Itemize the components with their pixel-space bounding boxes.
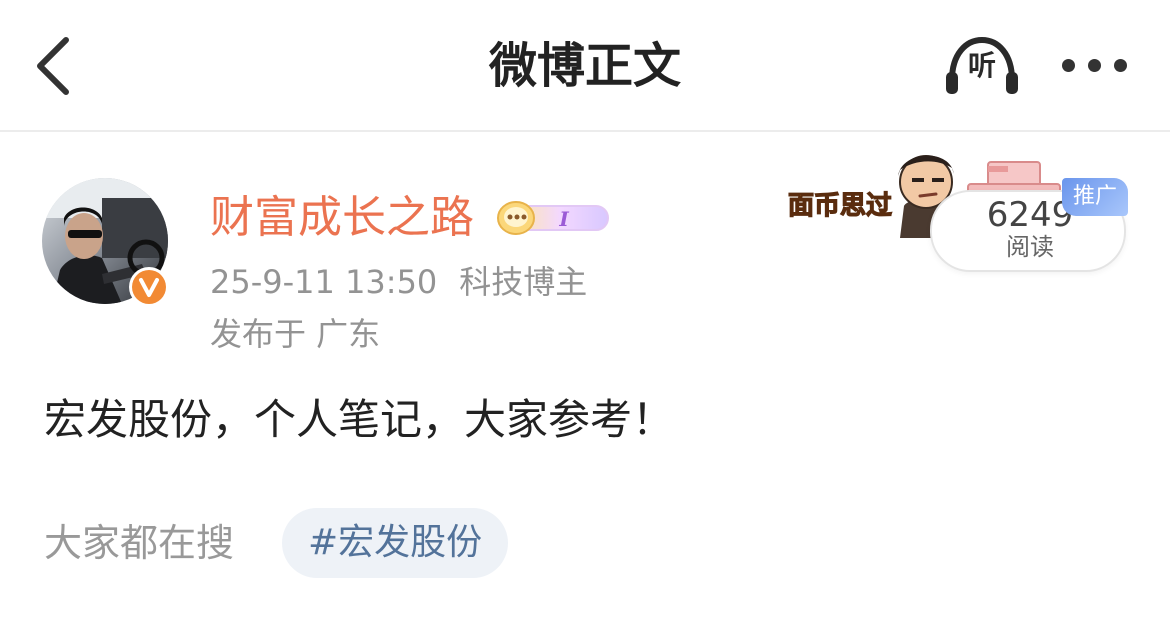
hot-search-label: 大家都在搜	[44, 521, 235, 565]
verified-v-badge	[128, 266, 170, 308]
author-tag: 科技博主	[459, 263, 588, 301]
read-label: 阅读	[1006, 233, 1054, 261]
topic-chip[interactable]: #宏发股份	[282, 508, 509, 578]
top-navigation-bar: 微博正文 听	[0, 0, 1170, 132]
promo-tag[interactable]: 推广	[1062, 178, 1128, 216]
more-dots-icon	[1114, 59, 1127, 72]
svg-text:I: I	[558, 207, 569, 231]
author-name[interactable]: 财富成长之路	[210, 190, 474, 246]
post-location: 发布于 广东	[210, 315, 381, 353]
vip-badge-icon[interactable]: I	[494, 196, 612, 240]
back-button[interactable]	[24, 30, 88, 102]
more-options-button[interactable]	[1052, 44, 1136, 88]
listen-button[interactable]: 听	[940, 34, 1024, 98]
more-dots-icon	[1088, 59, 1101, 72]
post-body-text: 宏发股份，个人笔记，大家参考！	[44, 395, 675, 444]
listen-label: 听	[967, 49, 996, 82]
ad-sticker-text: 面币思过	[788, 191, 892, 221]
post-meta: 25-9-11 13:50 科技博主	[210, 262, 587, 302]
post-time: 25-9-11 13:50	[210, 263, 438, 301]
chevron-left-icon	[37, 37, 69, 95]
weibo-post-page: 微博正文 听 财富成长之路 I 25-9-11 13:50 科技博主 发布于 广…	[0, 0, 1170, 628]
more-dots-icon	[1062, 59, 1075, 72]
